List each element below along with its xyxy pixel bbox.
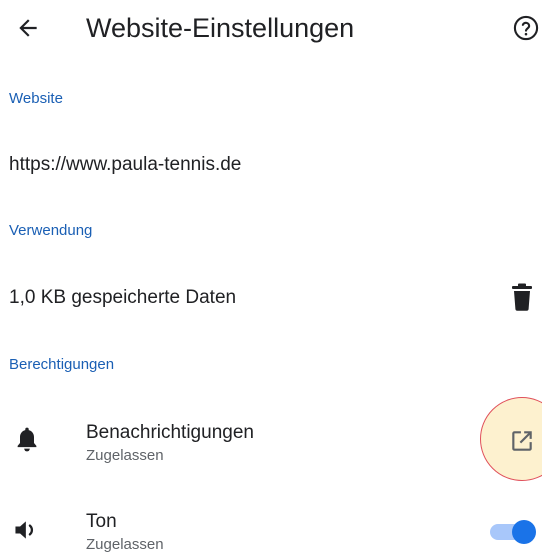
sound-toggle[interactable] <box>490 518 536 544</box>
bell-icon <box>14 426 40 454</box>
help-button[interactable] <box>506 8 542 48</box>
permission-status-notifications: Zugelassen <box>86 447 164 464</box>
permission-title-sound: Ton <box>86 511 117 532</box>
delete-data-button[interactable] <box>505 280 539 314</box>
open-notification-settings-button[interactable] <box>505 424 539 458</box>
permission-title-notifications: Benachrichtigungen <box>86 422 254 443</box>
help-circle-icon <box>513 15 539 41</box>
page-title: Website-Einstellungen <box>86 13 355 43</box>
back-button[interactable] <box>6 6 50 50</box>
section-header-website: Website <box>9 90 63 107</box>
toggle-thumb <box>512 520 536 544</box>
trash-icon <box>512 283 532 311</box>
stored-data-label: 1,0 KB gespeicherte Daten <box>9 287 237 308</box>
permission-status-sound: Zugelassen <box>86 536 164 553</box>
arrow-back-icon <box>19 19 37 37</box>
speaker-icon <box>12 516 42 544</box>
section-header-usage: Verwendung <box>9 222 93 239</box>
open-external-icon <box>512 431 532 451</box>
site-url: https://www.paula-tennis.de <box>9 154 242 175</box>
section-header-permissions: Berechtigungen <box>9 356 115 373</box>
